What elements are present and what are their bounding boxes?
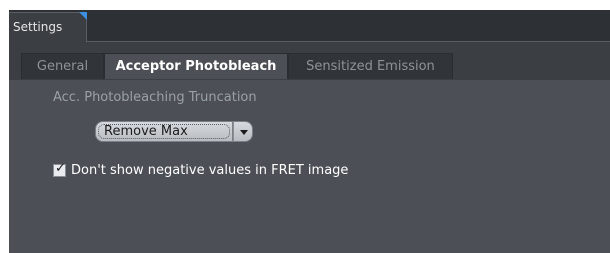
- acceptor-photobleach-page: Acc. Photobleaching Truncation Remove Ma…: [9, 80, 610, 253]
- truncation-select-value[interactable]: Remove Max: [95, 121, 233, 142]
- checkmark-icon: ✓: [55, 161, 66, 176]
- negative-values-checkbox[interactable]: ✓: [53, 161, 66, 177]
- settings-content: General Acceptor Photobleach Sensitized …: [9, 42, 610, 253]
- tab-settings-label: Settings: [13, 20, 63, 34]
- focus-outline: [98, 124, 230, 139]
- inner-tab-bar: General Acceptor Photobleach Sensitized …: [15, 53, 610, 81]
- outer-tab-bar: Settings: [9, 10, 610, 42]
- tab-sensitized-emission[interactable]: Sensitized Emission: [288, 53, 453, 79]
- chevron-down-icon: [240, 130, 248, 135]
- tab-acceptor-photobleach[interactable]: Acceptor Photobleach: [104, 53, 288, 79]
- settings-panel: Settings General Acceptor Photobleach Se…: [9, 10, 610, 253]
- tab-corner-indicator: [79, 12, 87, 20]
- negative-values-checkbox-row[interactable]: ✓ Don't show negative values in FRET ima…: [53, 161, 348, 178]
- tab-general[interactable]: General: [21, 53, 104, 79]
- dropdown-button[interactable]: [233, 121, 253, 142]
- truncation-section-label: Acc. Photobleaching Truncation: [53, 90, 257, 105]
- truncation-select[interactable]: Remove Max: [95, 121, 257, 144]
- negative-values-checkbox-label[interactable]: Don't show negative values in FRET image: [71, 163, 348, 178]
- tab-settings[interactable]: Settings: [9, 12, 87, 42]
